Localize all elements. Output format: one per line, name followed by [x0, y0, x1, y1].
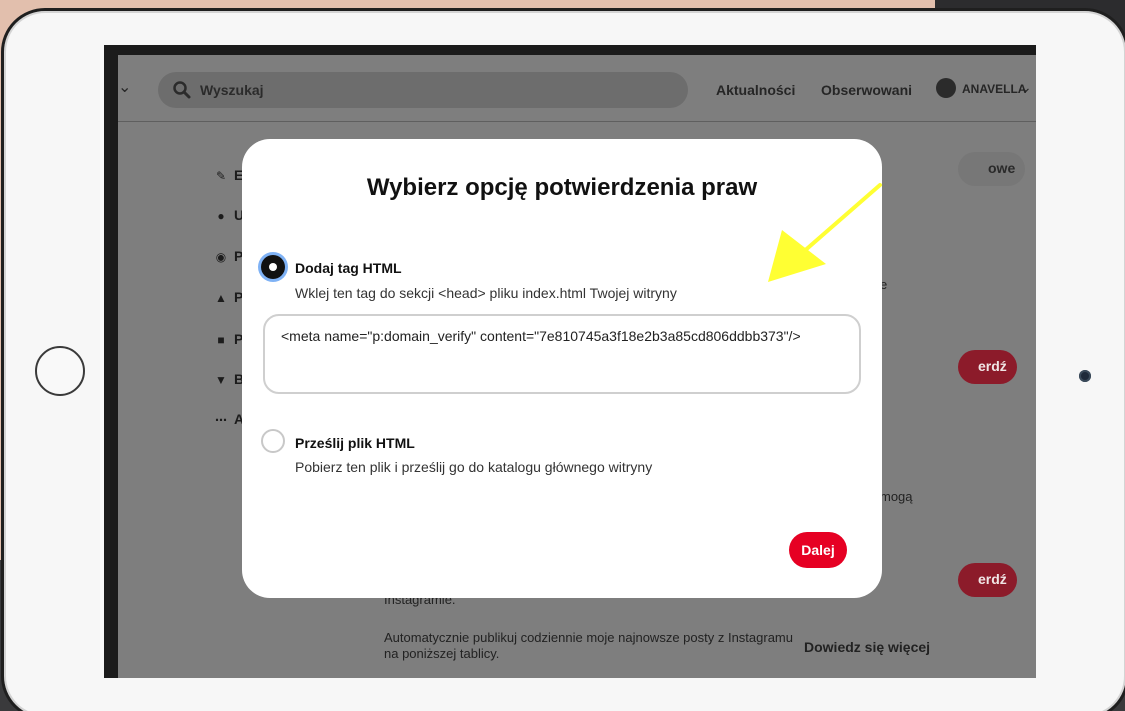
background-pill-button[interactable]: owe — [958, 152, 1026, 186]
radio-html-tag[interactable] — [261, 255, 285, 279]
nav-link-news[interactable]: Aktualności — [716, 82, 795, 98]
search-icon — [173, 81, 191, 99]
option-upload-description: Pobierz ten plik i prześlij go do katalo… — [295, 459, 653, 475]
tablet-home-button — [35, 346, 85, 396]
autopublish-text: Automatycznie publikuj codziennie moje n… — [384, 630, 793, 661]
top-navigation-bar: ⌄ Wyszukaj Aktualności Obserwowani ANAVE… — [118, 55, 1036, 122]
sidebar-item-notifications[interactable]: ▲ P — [214, 289, 243, 305]
pencil-icon: ✎ — [215, 169, 227, 183]
sidebar-item-claim[interactable]: ◉ P — [214, 248, 244, 264]
sidebar-item-account[interactable]: ● U — [214, 207, 244, 223]
meta-tag-field[interactable]: <meta name="p:domain_verify" content="7e… — [263, 314, 861, 394]
sidebar-item-security[interactable]: ▼ B — [214, 371, 244, 387]
confirm-button[interactable]: erdź — [958, 563, 1017, 597]
tablet-camera — [1079, 370, 1091, 382]
sidebar-item-edit[interactable]: ✎ E — [214, 167, 243, 183]
lock-icon: ■ — [217, 333, 225, 347]
chevron-down-icon[interactable]: ⌄ — [118, 77, 131, 97]
chevron-down-icon[interactable]: ⌄ — [1020, 79, 1032, 96]
nav-link-following[interactable]: Obserwowani — [821, 82, 912, 98]
option-html-tag-description: Wklej ten tag do sekcji <head> pliku ind… — [295, 285, 677, 301]
sidebar-item-privacy[interactable]: ■ P — [214, 331, 243, 347]
learn-more-link[interactable]: Dowiedz się więcej — [804, 639, 930, 655]
avatar[interactable] — [936, 78, 956, 98]
bell-icon: ▲ — [215, 291, 227, 305]
meta-tag-value: <meta name="p:domain_verify" content="7e… — [281, 328, 801, 344]
next-button[interactable]: Dalej — [789, 532, 847, 568]
option-html-tag-title[interactable]: Dodaj tag HTML — [295, 260, 402, 276]
radio-upload-file[interactable] — [261, 429, 285, 453]
globe-icon: ◉ — [215, 250, 227, 264]
grid-icon: ⋯ — [215, 413, 227, 427]
shield-icon: ▼ — [215, 373, 227, 387]
yellow-arrow-annotation — [768, 183, 882, 282]
person-icon: ● — [217, 209, 225, 223]
sidebar-item-apps[interactable]: ⋯ A — [214, 411, 244, 427]
divider — [118, 121, 1036, 122]
confirm-button[interactable]: erdź — [958, 350, 1017, 384]
search-input[interactable]: Wyszukaj — [158, 72, 688, 108]
search-placeholder: Wyszukaj — [200, 82, 264, 98]
background-text: mogą — [880, 489, 913, 504]
user-name[interactable]: ANAVELLA — [962, 82, 1026, 96]
option-upload-title[interactable]: Prześlij plik HTML — [295, 435, 415, 451]
